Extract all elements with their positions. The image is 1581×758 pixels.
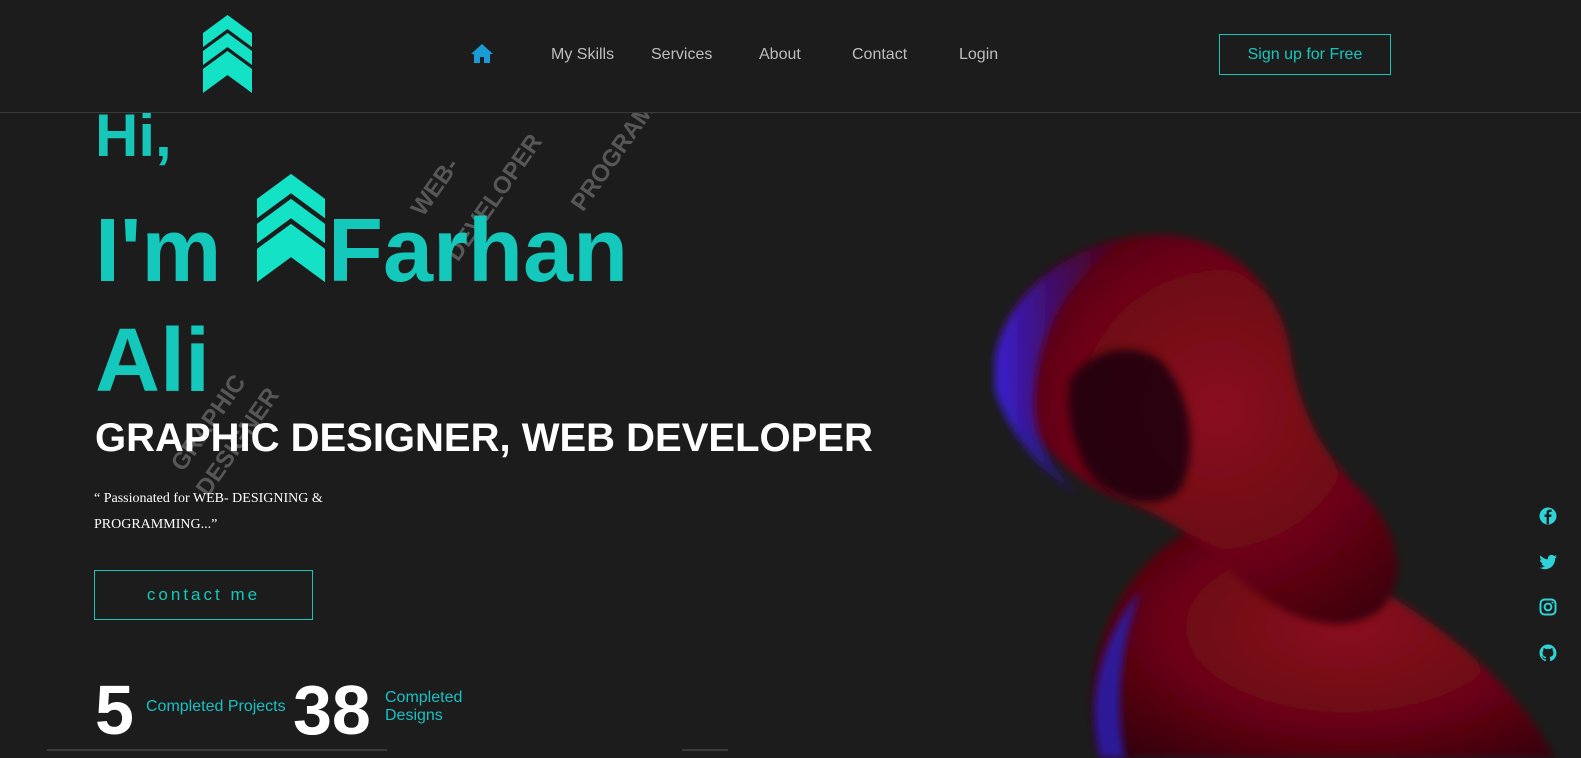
github-icon[interactable] [1538, 643, 1558, 663]
name-prefix: I'm [95, 201, 222, 301]
signup-button[interactable]: Sign up for Free [1219, 34, 1391, 75]
divider-line-short [682, 749, 728, 751]
nav-my-skills[interactable]: My Skills [551, 46, 614, 64]
site-header: My Skills Services About Contact Login S… [0, 0, 1581, 113]
role-title: GRAPHIC DESIGNER, WEB DEVELOPER [95, 416, 873, 460]
projects-count: 5 [95, 671, 134, 749]
designs-count: 38 [293, 671, 371, 749]
greeting-text: Hi, [95, 102, 172, 169]
designs-label-line-2: Designs [385, 707, 443, 724]
facebook-icon[interactable] [1538, 506, 1558, 526]
name-last: Ali [95, 311, 211, 411]
nav-login[interactable]: Login [959, 46, 998, 64]
hooded-figure-image [995, 234, 1555, 758]
nav-about[interactable]: About [759, 46, 801, 64]
name-first: Farhan [328, 201, 629, 301]
designs-label-line-1: Completed [385, 689, 463, 706]
designs-label: Completed Designs [385, 689, 462, 725]
projects-label: Completed Projects [146, 698, 286, 715]
portfolio-page: My Skills Services About Contact Login S… [0, 0, 1581, 758]
inline-logo-icon [257, 173, 325, 283]
divider-line [47, 749, 387, 751]
nav-contact[interactable]: Contact [852, 46, 907, 64]
logo-icon[interactable] [203, 15, 252, 93]
nav-services[interactable]: Services [651, 46, 712, 64]
tagline-quote: “ Passionated for WEB- DESIGNING & PROGR… [94, 486, 364, 538]
instagram-icon[interactable] [1538, 597, 1558, 617]
twitter-icon[interactable] [1538, 552, 1558, 572]
quote-line-1: “ Passionated for WEB- DESIGNING & [94, 491, 323, 506]
home-icon[interactable] [470, 42, 494, 66]
quote-line-2: PROGRAMMING...” [94, 517, 218, 532]
contact-me-button[interactable]: contact me [94, 570, 313, 620]
